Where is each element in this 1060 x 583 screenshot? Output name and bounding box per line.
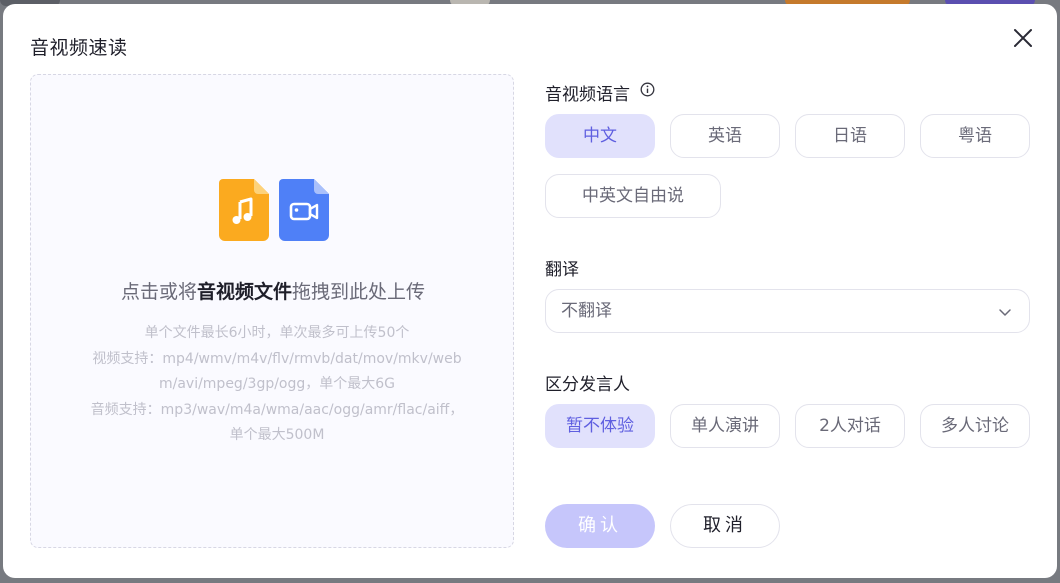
upload-hint-line: 单个文件最长6小时，单次最多可上传50个 xyxy=(144,325,410,341)
language-option-mixed[interactable]: 中英文自由说 xyxy=(545,174,721,218)
upload-hints: 单个文件最长6小时，单次最多可上传50个 视频支持：mp4/wmv/m4v/fl… xyxy=(87,321,467,449)
close-button[interactable] xyxy=(1011,26,1035,50)
info-icon[interactable] xyxy=(640,82,655,97)
language-option-cantonese[interactable]: 粤语 xyxy=(920,114,1030,158)
translate-select[interactable]: 不翻译 xyxy=(545,289,1030,333)
language-option-japanese[interactable]: 日语 xyxy=(795,114,905,158)
upload-dropzone[interactable]: 点击或将音视频文件拖拽到此处上传 单个文件最长6小时，单次最多可上传50个 视频… xyxy=(30,74,514,548)
language-option-english[interactable]: 英语 xyxy=(670,114,780,158)
chevron-down-icon xyxy=(999,309,1011,316)
music-file-icon xyxy=(219,179,269,241)
speaker-option-multi[interactable]: 多人讨论 xyxy=(920,404,1030,448)
cancel-button[interactable]: 取消 xyxy=(670,504,780,548)
upload-prompt-suffix: 拖拽到此处上传 xyxy=(292,281,426,303)
confirm-button[interactable]: 确认 xyxy=(545,504,655,548)
translate-select-value: 不翻译 xyxy=(561,301,612,321)
upload-hint-line: 视频支持：mp4/wmv/m4v/flv/rmvb/dat/mov/mkv/we… xyxy=(92,350,462,393)
speaker-option-two[interactable]: 2人对话 xyxy=(795,404,905,448)
speaker-option-skip[interactable]: 暂不体验 xyxy=(545,404,655,448)
language-label: 音视频语言 xyxy=(545,85,630,105)
speaker-option-single[interactable]: 单人演讲 xyxy=(670,404,780,448)
speaker-label: 区分发言人 xyxy=(545,375,630,395)
close-icon xyxy=(1014,29,1032,47)
dialog-title: 音视频速读 xyxy=(30,37,128,59)
upload-hint-line: 音频支持：mp3/wav/m4a/wma/aac/ogg/amr/flac/ai… xyxy=(90,401,464,444)
upload-prompt: 点击或将音视频文件拖拽到此处上传 xyxy=(31,277,515,304)
translate-label: 翻译 xyxy=(545,260,579,280)
upload-prompt-prefix: 点击或将 xyxy=(120,281,197,303)
video-file-icon xyxy=(279,179,329,241)
upload-prompt-bold: 音视频文件 xyxy=(196,281,292,303)
audio-video-dialog: 音视频速读 点击或将音视频文件拖拽到此处上传 单个文件最长6小时，单次最多可上传… xyxy=(3,4,1057,578)
language-option-chinese[interactable]: 中文 xyxy=(545,114,655,158)
